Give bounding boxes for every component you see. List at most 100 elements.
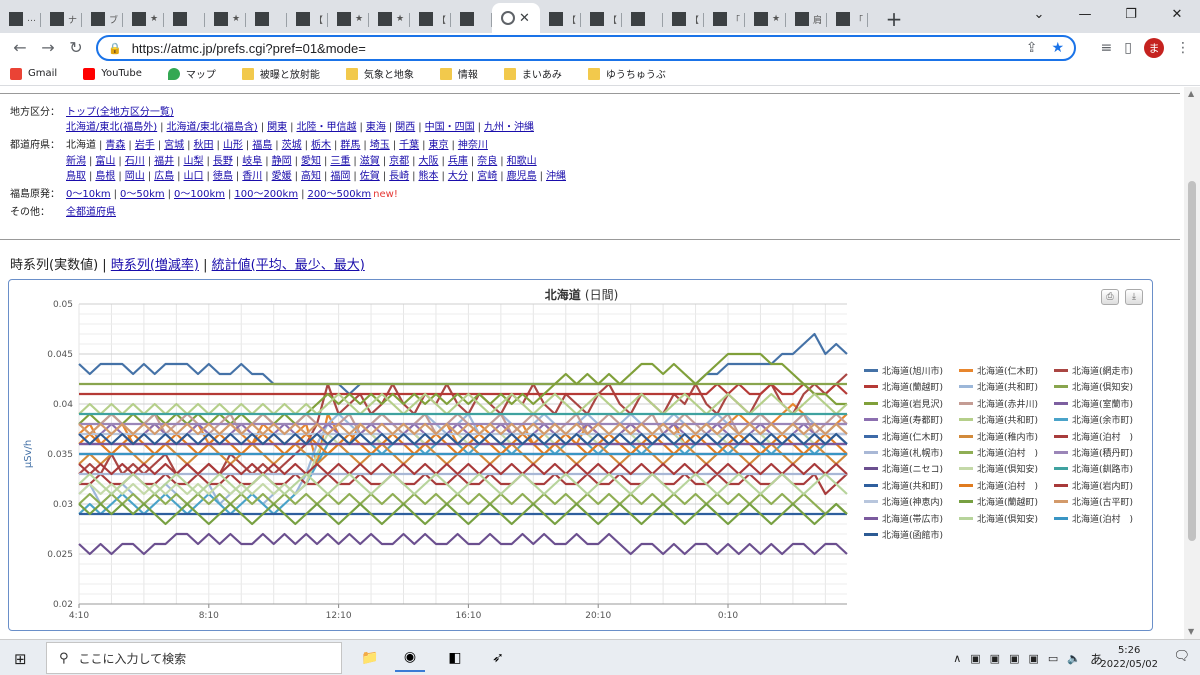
region-link[interactable]: 北海道/東北(福島含) [167, 122, 258, 133]
minimize-button[interactable]: — [1062, 0, 1108, 28]
close-tab-icon[interactable]: ✕ [519, 11, 530, 26]
share-icon[interactable]: ⇪ [1026, 40, 1038, 56]
pref-link[interactable]: 香川 [242, 171, 262, 182]
reload-button[interactable]: ↻ [62, 38, 90, 57]
forward-button[interactable]: → [34, 38, 62, 57]
bookmark-item[interactable]: YouTube [83, 67, 142, 80]
pref-link[interactable]: 長崎 [389, 171, 409, 182]
chrome-icon[interactable]: ◉ [395, 644, 425, 672]
bookmark-item[interactable]: 被曝と放射能 [241, 66, 320, 81]
fukushima-range-link[interactable]: 0～100km [174, 189, 225, 200]
series-line-30[interactable] [78, 432, 848, 446]
browser-tab[interactable]: 【 [410, 5, 451, 33]
browser-tab[interactable]: ナ [41, 5, 82, 33]
browser-tab[interactable]: 「 [704, 5, 745, 33]
address-bar[interactable]: 🔒 https://atmc.jp/prefs.cgi?pref=01&mode… [96, 35, 1076, 61]
tray-app-icon[interactable]: ▣ [990, 652, 1000, 665]
lock-icon[interactable]: 🔒 [108, 42, 122, 55]
app-icon[interactable]: ◧ [440, 644, 470, 672]
bookmark-item[interactable]: ゆうちゅうぶ [587, 66, 666, 81]
fukushima-range-link[interactable]: 100～200km [234, 189, 298, 200]
browser-tab[interactable]: 【 [663, 5, 704, 33]
pref-link[interactable]: 佐賀 [360, 171, 380, 182]
pref-link[interactable]: 東京 [429, 140, 449, 151]
pref-link[interactable]: 岩手 [135, 140, 155, 151]
clock[interactable]: 5:26 2022/05/02 [1100, 644, 1158, 672]
all-prefs-link[interactable]: 全都道府県 [66, 207, 116, 218]
legend-item[interactable]: 北海道(倶知安) [959, 462, 1038, 475]
back-button[interactable]: ← [6, 38, 34, 57]
volume-icon[interactable]: 🔈 [1067, 652, 1081, 665]
browser-tab[interactable] [622, 5, 663, 33]
region-link[interactable]: 九州・沖縄 [484, 122, 534, 133]
pref-link[interactable]: 青森 [105, 140, 125, 151]
pref-link[interactable]: 福井 [154, 156, 174, 167]
series-line-26[interactable] [78, 422, 848, 436]
pref-link[interactable]: 新潟 [66, 156, 86, 167]
legend-item[interactable]: 北海道(仁木町) [864, 430, 943, 443]
pref-link[interactable]: 茨城 [282, 140, 302, 151]
legend-item[interactable]: 北海道(岩内町) [1054, 479, 1133, 492]
scroll-thumb[interactable] [1188, 181, 1196, 541]
side-panel-icon[interactable]: ▯ [1124, 40, 1132, 56]
legend-item[interactable]: 北海道(泊村 ) [959, 446, 1038, 459]
pref-link[interactable]: 静岡 [272, 156, 292, 167]
browser-tab[interactable]: 「 [827, 5, 868, 33]
pref-link[interactable]: 島根 [95, 171, 115, 182]
browser-tab[interactable]: … [0, 5, 41, 33]
bookmark-item[interactable]: マップ [167, 66, 216, 81]
browser-tab-active[interactable]: ✕ [492, 3, 540, 33]
legend-item[interactable]: 北海道(網走市) [1054, 364, 1133, 377]
tray-app-icon[interactable]: ▭ [1048, 652, 1058, 665]
pref-link[interactable]: 山形 [223, 140, 243, 151]
tray-app-icon[interactable]: ▣ [1009, 652, 1019, 665]
legend-item[interactable]: 北海道(蘭越町) [959, 495, 1038, 508]
legend-item[interactable]: 北海道(旭川市) [864, 364, 943, 377]
pref-link[interactable]: 岡山 [125, 171, 145, 182]
legend-item[interactable]: 北海道(泊村 ) [1054, 512, 1133, 525]
region-link[interactable]: 関西 [395, 122, 415, 133]
legend-item[interactable]: 北海道(神恵内) [864, 495, 943, 508]
region-link[interactable]: 北陸・甲信越 [296, 122, 356, 133]
series-line-23[interactable] [78, 462, 848, 476]
legend-item[interactable]: 北海道(共和町) [864, 479, 943, 492]
pref-link[interactable]: 広島 [154, 171, 174, 182]
pref-link[interactable]: 宮崎 [477, 171, 497, 182]
browser-tab[interactable]: ★ [205, 5, 246, 33]
tab-search-chevron-icon[interactable]: ⌄ [1016, 0, 1062, 28]
browser-tab[interactable] [164, 5, 205, 33]
pref-link[interactable]: 大阪 [419, 156, 439, 167]
legend-item[interactable]: 北海道(共和町) [959, 380, 1038, 393]
file-explorer-icon[interactable]: 📁 [355, 644, 385, 672]
pref-link[interactable]: 徳島 [213, 171, 233, 182]
region-link[interactable]: 東海 [366, 122, 386, 133]
region-link[interactable]: 中国・四国 [425, 122, 475, 133]
tray-app-icon[interactable]: ▣ [970, 652, 980, 665]
legend-item[interactable]: 北海道(釧路市) [1054, 462, 1133, 475]
pref-link[interactable]: 石川 [125, 156, 145, 167]
legend-item[interactable]: 北海道(積丹町) [1054, 446, 1133, 459]
legend-item[interactable]: 北海道(仁木町) [959, 364, 1038, 377]
pref-link[interactable]: 熊本 [419, 171, 439, 182]
pref-link[interactable]: 鹿児島 [507, 171, 537, 182]
pref-link[interactable]: 滋賀 [360, 156, 380, 167]
region-link[interactable]: 関東 [267, 122, 287, 133]
legend-item[interactable]: 北海道(稚内市) [959, 430, 1038, 443]
browser-tab[interactable] [246, 5, 287, 33]
fukushima-range-link[interactable]: 200～500km [307, 189, 371, 200]
pref-link[interactable]: 大分 [448, 171, 468, 182]
view-tab-rate[interactable]: 時系列(増減率) [111, 258, 199, 273]
bookmark-item[interactable]: 気象と地象 [345, 66, 414, 81]
pref-link[interactable]: 三重 [330, 156, 350, 167]
menu-kebab-icon[interactable]: ⋮ [1176, 40, 1190, 56]
pref-link[interactable]: 栃木 [311, 140, 331, 151]
page-scrollbar[interactable]: ▲ ▼ [1184, 87, 1200, 639]
legend-item[interactable]: 北海道(赤井川) [959, 397, 1038, 410]
pref-link[interactable]: 福島 [252, 140, 272, 151]
legend-item[interactable]: 北海道(泊村 ) [959, 479, 1038, 492]
browser-tab[interactable]: ★ [745, 5, 786, 33]
pref-link[interactable]: 沖縄 [546, 171, 566, 182]
legend-item[interactable]: 北海道(室蘭市) [1054, 397, 1133, 410]
legend-item[interactable]: 北海道(倶知安) [959, 512, 1038, 525]
browser-tab[interactable]: ★ [328, 5, 369, 33]
